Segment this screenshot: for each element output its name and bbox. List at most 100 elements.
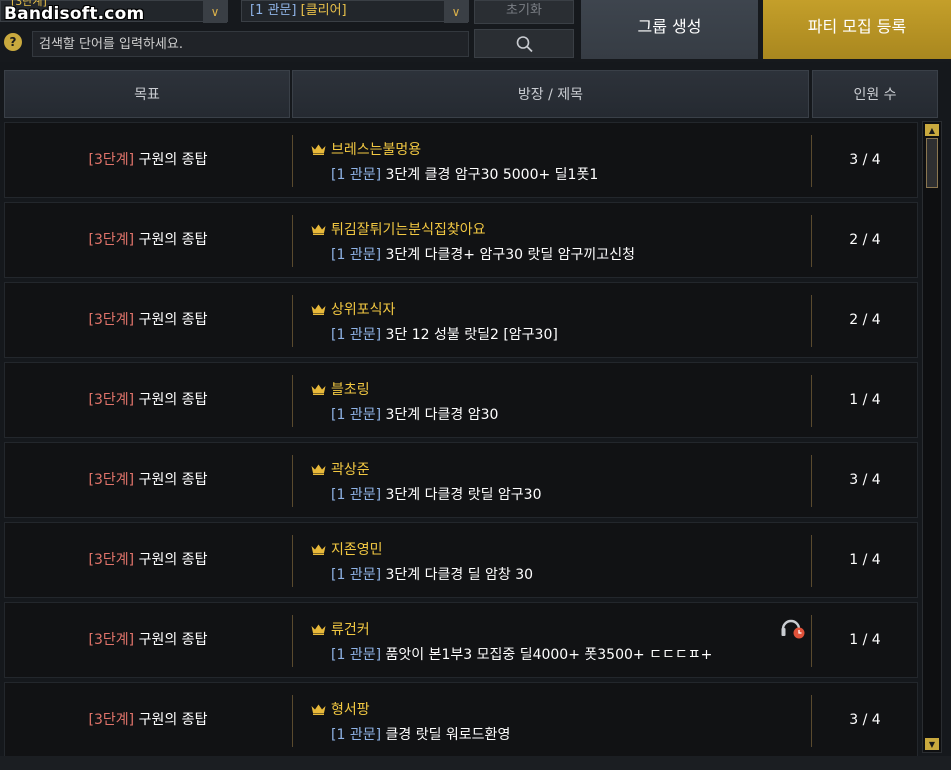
crown-icon xyxy=(311,384,326,395)
scrollbar[interactable]: ▲ ▼ xyxy=(922,121,942,753)
party-host: 블초링 xyxy=(331,382,370,398)
divider xyxy=(292,455,293,507)
party-title: [1 관문] 품앗이 본1부3 모집중 딜4000+ 폿3500+ ㄷㄷㄷㅍ+ xyxy=(331,644,712,664)
help-icon[interactable]: ? xyxy=(4,33,22,51)
goal-cell: [3단계] 구원의 종탑 xyxy=(5,523,291,597)
crown-icon xyxy=(311,224,326,235)
goal-stage: [3단계] xyxy=(88,152,135,168)
party-row[interactable]: [3단계] 구원의 종탑 튀김잘튀기는분식집찾아요 [1 관문] 3단계 다클경… xyxy=(4,202,918,278)
party-gate-tag: [1 관문] xyxy=(331,407,382,423)
party-row[interactable]: [3단계] 구원의 종탑 상위포식자 [1 관문] 3단 12 성불 랏딜2 [… xyxy=(4,282,918,358)
scroll-up-arrow-icon[interactable]: ▲ xyxy=(925,124,939,136)
crown-icon xyxy=(311,624,326,635)
search-button[interactable] xyxy=(474,29,574,58)
member-count: 1 / 4 xyxy=(849,392,881,408)
goal-cell: [3단계] 구원의 종탑 xyxy=(5,123,291,197)
party-row[interactable]: [3단계] 구원의 종탑 브레스는불멍용 [1 관문] 3단계 클경 암구30 … xyxy=(4,122,918,198)
party-row[interactable]: [3단계] 구원의 종탑 지존영민 [1 관문] 3단계 다클경 딜 암창 30… xyxy=(4,522,918,598)
member-count: 1 / 4 xyxy=(849,552,881,568)
party-title-text: 3단계 다클경+ 암구30 랏딜 암구끼고신청 xyxy=(385,247,635,263)
party-title-text: 3단계 다클경 암30 xyxy=(385,407,499,423)
goal-cell: [3단계] 구원의 종탑 xyxy=(5,283,291,357)
reset-button[interactable]: 초기화 xyxy=(474,0,574,24)
scroll-thumb[interactable] xyxy=(926,138,938,188)
chevron-down-icon[interactable]: ∨ xyxy=(444,1,468,23)
party-title: [1 관문] 3단계 다클경+ 암구30 랏딜 암구끼고신청 xyxy=(331,244,635,264)
party-title: [1 관문] 3단계 다클경 암30 xyxy=(331,404,498,424)
goal-name: 구원의 종탑 xyxy=(138,392,208,408)
divider xyxy=(292,375,293,427)
party-title: [1 관문] 3단계 클경 암구30 5000+ 딜1폿1 xyxy=(331,164,598,184)
scroll-down-arrow-icon[interactable]: ▼ xyxy=(925,738,939,750)
divider xyxy=(292,295,293,347)
member-count: 3 / 4 xyxy=(849,712,881,728)
filter-bar: [3단계] ∨ Bandisoft.com [1 관문] [클리어] ∨ 초기화… xyxy=(0,0,951,62)
party-title-text: 품앗이 본1부3 모집중 딜4000+ 폿3500+ ㄷㄷㄷㅍ+ xyxy=(385,647,713,663)
party-host: 지존영민 xyxy=(331,542,383,558)
chevron-down-icon[interactable]: ∨ xyxy=(203,1,227,23)
party-host: 형서팡 xyxy=(331,702,370,718)
search-icon xyxy=(516,36,533,53)
headset-timer-icon xyxy=(781,619,805,639)
party-register-button[interactable]: 파티 모집 등록 xyxy=(763,0,951,59)
party-gate-tag: [1 관문] xyxy=(331,247,382,263)
party-row[interactable]: [3단계] 구원의 종탑 곽상준 [1 관문] 3단계 다클경 랏딜 암구30 … xyxy=(4,442,918,518)
goal-stage: [3단계] xyxy=(88,232,135,248)
party-title-text: 3단계 다클경 딜 암창 30 xyxy=(385,567,534,583)
divider xyxy=(292,135,293,187)
goal-cell: [3단계] 구원의 종탑 xyxy=(5,203,291,277)
gate-dropdown-mode: [클리어] xyxy=(300,3,347,18)
party-gate-tag: [1 관문] xyxy=(331,167,382,183)
member-count: 1 / 4 xyxy=(849,632,881,648)
divider xyxy=(292,215,293,267)
party-row[interactable]: [3단계] 구원의 종탑 류건커 [1 관문] 품앗이 본1부3 모집중 딜40… xyxy=(4,602,918,678)
member-count: 2 / 4 xyxy=(849,232,881,248)
party-host: 곽상준 xyxy=(331,462,370,478)
party-title-text: 3단계 클경 암구30 5000+ 딜1폿1 xyxy=(385,167,599,183)
crown-icon xyxy=(311,304,326,315)
party-title: [1 관문] 3단계 다클경 랏딜 암구30 xyxy=(331,484,542,504)
goal-stage: [3단계] xyxy=(88,552,135,568)
background-strip xyxy=(0,756,951,770)
crown-icon xyxy=(311,464,326,475)
party-title: [1 관문] 3단계 다클경 딜 암창 30 xyxy=(331,564,533,584)
party-gate-tag: [1 관문] xyxy=(331,567,382,583)
column-header-members[interactable]: 인원 수 xyxy=(812,70,938,118)
party-gate-tag: [1 관문] xyxy=(331,327,382,343)
party-title: [1 관문] 3단 12 성불 랏딜2 [암구30] xyxy=(331,324,558,344)
party-host: 상위포식자 xyxy=(331,302,396,318)
column-header-goal[interactable]: 목표 xyxy=(4,70,290,118)
goal-name: 구원의 종탑 xyxy=(138,712,208,728)
divider xyxy=(292,615,293,667)
column-header-host-title[interactable]: 방장 / 제목 xyxy=(292,70,809,118)
party-title: [1 관문] 클경 랏딜 워로드환영 xyxy=(331,724,510,744)
gate-dropdown[interactable]: [1 관문] [클리어] ∨ xyxy=(241,0,469,23)
party-title-text: 클경 랏딜 워로드환영 xyxy=(385,727,511,743)
crown-icon xyxy=(311,704,326,715)
goal-name: 구원의 종탑 xyxy=(138,472,208,488)
crown-icon xyxy=(311,144,326,155)
crown-icon xyxy=(311,544,326,555)
goal-stage: [3단계] xyxy=(88,472,135,488)
member-count: 3 / 4 xyxy=(849,152,881,168)
party-row[interactable]: [3단계] 구원의 종탑 형서팡 [1 관문] 클경 랏딜 워로드환영 3 / … xyxy=(4,682,918,758)
goal-stage: [3단계] xyxy=(88,392,135,408)
goal-cell: [3단계] 구원의 종탑 xyxy=(5,363,291,437)
goal-name: 구원의 종탑 xyxy=(138,152,208,168)
party-gate-tag: [1 관문] xyxy=(331,727,382,743)
search-input[interactable] xyxy=(32,31,469,57)
group-create-button[interactable]: 그룹 생성 xyxy=(581,0,758,59)
gate-dropdown-prefix: [1 관문] xyxy=(250,3,297,18)
goal-name: 구원의 종탑 xyxy=(138,312,208,328)
party-title-text: 3단계 다클경 랏딜 암구30 xyxy=(385,487,542,503)
goal-cell: [3단계] 구원의 종탑 xyxy=(5,683,291,757)
party-host: 브레스는불멍용 xyxy=(331,142,422,158)
divider xyxy=(292,695,293,747)
party-host: 튀김잘튀기는분식집찾아요 xyxy=(331,222,486,238)
watermark: Bandisoft.com xyxy=(4,4,145,24)
goal-stage: [3단계] xyxy=(88,632,135,648)
party-row[interactable]: [3단계] 구원의 종탑 블초링 [1 관문] 3단계 다클경 암30 1 / … xyxy=(4,362,918,438)
goal-name: 구원의 종탑 xyxy=(138,632,208,648)
party-gate-tag: [1 관문] xyxy=(331,647,382,663)
goal-cell: [3단계] 구원의 종탑 xyxy=(5,603,291,677)
